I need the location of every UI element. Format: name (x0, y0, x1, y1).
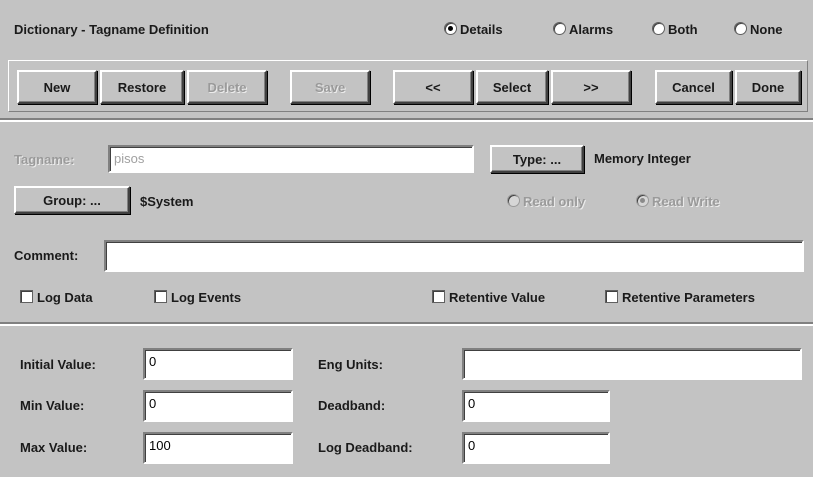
eng-units-label: Eng Units: (318, 357, 383, 372)
group-value: $System (140, 194, 194, 209)
window-title: Dictionary - Tagname Definition (14, 22, 209, 37)
log-data-checkbox[interactable]: Log Data (20, 290, 93, 305)
radio-alarms[interactable]: Alarms (553, 22, 613, 37)
checkbox-icon (432, 290, 445, 303)
radio-both[interactable]: Both (652, 22, 698, 37)
radio-icon (734, 22, 747, 35)
previous-button[interactable]: << (393, 70, 473, 104)
checkbox-icon (605, 290, 618, 303)
initial-value-label: Initial Value: (20, 357, 96, 372)
radio-details[interactable]: Details (444, 22, 503, 37)
save-button[interactable]: Save (290, 70, 370, 104)
radio-icon (553, 22, 566, 35)
retentive-parameters-checkbox[interactable]: Retentive Parameters (605, 290, 755, 305)
min-value-label: Min Value: (20, 398, 85, 413)
tagname-field[interactable]: pisos (108, 145, 474, 173)
type-value: Memory Integer (594, 151, 691, 166)
radio-read-only[interactable]: Read only (507, 194, 585, 209)
radio-icon (507, 194, 520, 207)
done-button[interactable]: Done (735, 70, 801, 104)
radio-icon (444, 22, 457, 35)
group-button[interactable]: Group: ... (14, 186, 130, 214)
radio-icon (652, 22, 665, 35)
eng-units-field[interactable] (462, 348, 802, 380)
new-button[interactable]: New (17, 70, 97, 104)
divider (0, 118, 813, 122)
tagname-label: Tagname: (14, 152, 75, 167)
log-deadband-field[interactable]: 0 (462, 432, 610, 464)
cancel-button[interactable]: Cancel (655, 70, 732, 104)
deadband-label: Deadband: (318, 398, 386, 413)
log-deadband-label: Log Deadband: (318, 440, 413, 455)
retentive-value-checkbox[interactable]: Retentive Value (432, 290, 545, 305)
restore-button[interactable]: Restore (100, 70, 184, 104)
radio-read-write[interactable]: Read Write (636, 194, 720, 209)
delete-button[interactable]: Delete (187, 70, 267, 104)
min-value-field[interactable]: 0 (143, 390, 293, 422)
comment-label: Comment: (14, 248, 79, 263)
log-events-checkbox[interactable]: Log Events (154, 290, 241, 305)
initial-value-field[interactable]: 0 (143, 348, 293, 380)
checkbox-icon (20, 290, 33, 303)
radio-none[interactable]: None (734, 22, 783, 37)
comment-field[interactable] (104, 240, 804, 272)
deadband-field[interactable]: 0 (462, 390, 610, 422)
divider (0, 322, 813, 326)
radio-icon (636, 194, 649, 207)
type-button[interactable]: Type: ... (490, 145, 584, 173)
next-button[interactable]: >> (551, 70, 631, 104)
select-button[interactable]: Select (476, 70, 548, 104)
max-value-field[interactable]: 100 (143, 432, 293, 464)
checkbox-icon (154, 290, 167, 303)
max-value-label: Max Value: (20, 440, 88, 455)
